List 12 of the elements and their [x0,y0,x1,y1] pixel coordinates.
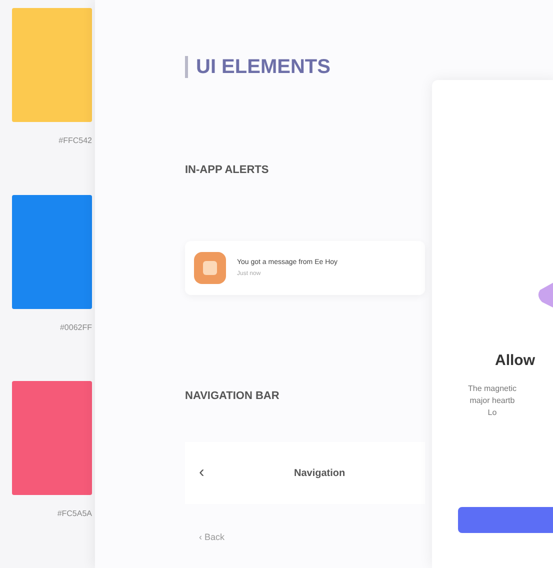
swatch-label: #FFC542 [58,136,92,145]
swatch-label: #FC5A5A [57,509,92,518]
section-heading: IN-APP ALERTS [185,164,270,176]
dialog-title: Allow [495,352,535,369]
section-heading: NAVIGATION BAR [185,390,280,402]
swatch-label: #0062FF [60,322,92,332]
navigation-title: Navigation [294,468,346,478]
section-title: UI ELEMENTS [185,56,330,78]
dialog-message: The magnetic major heartb Lo [468,383,516,419]
message-icon [192,250,228,286]
allow-button[interactable] [458,507,553,533]
back-button[interactable]: ‹ [199,464,294,482]
